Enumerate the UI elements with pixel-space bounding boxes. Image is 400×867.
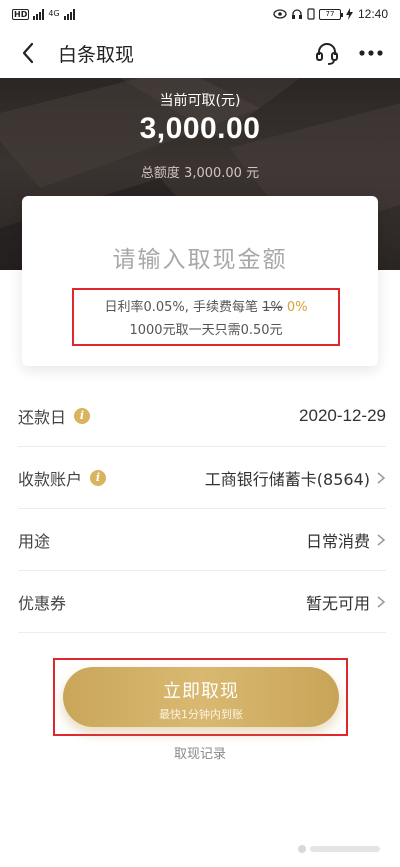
withdraw-button-sublabel: 最快1分钟内到账: [159, 708, 243, 721]
chevron-right-icon: [377, 595, 386, 608]
coupon-row[interactable]: 优惠券 暂无可用: [18, 571, 386, 633]
rate-example: 1000元取一天只需0.50元: [129, 323, 283, 338]
eye-icon: [273, 9, 287, 19]
rate-text: 日利率0.05%, 手续费每笔: [104, 300, 263, 315]
network-4g-icon: 4G: [48, 9, 60, 18]
withdraw-records-link[interactable]: 取现记录: [0, 743, 400, 762]
repay-date-label: 还款日: [18, 407, 67, 427]
purpose-value: 日常消费: [305, 531, 370, 551]
watermark-paw-icon: [298, 845, 380, 853]
chevron-right-icon: [377, 533, 386, 546]
nav-bar: 白条取现: [0, 28, 400, 78]
status-signals: HD 4G: [12, 8, 75, 20]
original-fee: 1%: [262, 300, 283, 315]
coupon-value-wrap: 暂无可用: [306, 590, 386, 614]
account-row[interactable]: 收款账户 i 工商银行储蓄卡(8564): [18, 447, 386, 509]
detail-list: 还款日 i 2020-12-29 收款账户 i 工商银行储蓄卡(8564) 用途…: [0, 385, 400, 633]
rate-info-line: 日利率0.05%, 手续费每笔 1% 0%: [74, 296, 338, 315]
vibrate-icon: [307, 8, 315, 20]
battery-icon: 77: [318, 8, 343, 20]
account-label: 收款账户: [18, 469, 83, 489]
purpose-value-wrap: 日常消费: [306, 528, 386, 552]
repay-date-value: 2020-12-29: [299, 405, 386, 425]
repay-date-row: 还款日 i 2020-12-29: [18, 385, 386, 447]
headset-icon: [316, 43, 338, 65]
customer-service-button[interactable]: [312, 38, 342, 68]
available-amount: 3,000.00: [139, 112, 261, 145]
coupon-value: 暂无可用: [305, 593, 370, 613]
status-time: 12:40: [357, 7, 388, 21]
purpose-label: 用途: [18, 531, 51, 551]
account-value: 工商银行储蓄卡(8564): [204, 469, 370, 489]
amount-card: 请输入取现金额 日利率0.05%, 手续费每笔 1% 0% 1000元取一天只需…: [22, 196, 378, 366]
signal-icon: [33, 8, 45, 20]
back-button[interactable]: [6, 31, 50, 75]
charging-icon: [345, 8, 353, 20]
nav-actions: [312, 38, 386, 68]
purpose-row[interactable]: 用途 日常消费: [18, 509, 386, 571]
headphones-icon: [291, 9, 302, 19]
signal-icon-2: [63, 8, 75, 20]
withdraw-now-button[interactable]: 立即取现 最快1分钟内到账: [63, 667, 339, 727]
watermark-logo: [296, 842, 386, 859]
more-button[interactable]: [356, 38, 386, 68]
total-credit: 总额度 3,000.00 元: [140, 166, 260, 181]
chevron-right-icon: [377, 471, 386, 484]
coupon-label: 优惠券: [18, 593, 67, 613]
page-title: 白条取现: [58, 43, 135, 66]
available-label: 当前可取(元): [159, 93, 241, 109]
info-icon[interactable]: i: [74, 407, 91, 424]
discount-fee: 0%: [286, 300, 308, 315]
withdraw-button-label: 立即取现: [163, 681, 239, 702]
amount-input[interactable]: 请输入取现金额: [22, 240, 378, 274]
hd-icon: HD: [12, 8, 30, 20]
status-bar: HD 4G 77 12:40: [0, 0, 400, 28]
rate-info-highlight: 日利率0.05%, 手续费每笔 1% 0% 1000元取一天只需0.50元: [72, 288, 340, 346]
status-indicators: 77 12:40: [273, 7, 388, 21]
info-icon[interactable]: i: [90, 469, 107, 486]
back-arrow-icon: [22, 42, 34, 64]
more-dots-icon: [359, 50, 383, 56]
account-value-wrap: 工商银行储蓄卡(8564): [205, 466, 386, 490]
